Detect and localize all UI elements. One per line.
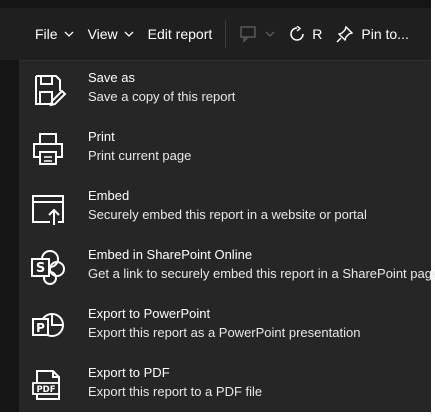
refresh-icon: [290, 26, 304, 41]
chevron-down-icon: [64, 31, 74, 37]
menu-item-embed[interactable]: Embed Securely embed this report in a we…: [19, 181, 431, 239]
pin-button[interactable]: Pin to...: [329, 8, 415, 60]
comment-icon: [240, 26, 256, 43]
edit-report-label: Edit report: [147, 26, 213, 42]
powerpoint-icon: P: [29, 307, 67, 345]
pin-label: Pin to...: [361, 26, 409, 42]
file-menu-label: File: [35, 26, 58, 42]
menu-item-description: Get a link to securely embed this report…: [88, 266, 435, 281]
refresh-button[interactable]: R: [282, 8, 329, 60]
menu-item-save-as[interactable]: Save as Save a copy of this report: [19, 63, 431, 121]
printer-icon: [29, 130, 67, 168]
menu-item-title: Embed: [88, 188, 130, 203]
comment-button[interactable]: [232, 8, 282, 60]
view-menu-button[interactable]: View: [81, 8, 141, 60]
pdf-icon: PDF: [29, 366, 67, 404]
file-menu-button[interactable]: File: [0, 8, 81, 60]
menu-item-title: Export to PowerPoint: [88, 306, 211, 321]
menu-item-description: Print current page: [88, 148, 192, 163]
refresh-label: R: [312, 26, 323, 42]
page-edge: [431, 0, 435, 418]
menu-item-title: Print: [88, 129, 115, 144]
menu-item-title: Export to PDF: [88, 365, 170, 380]
embed-icon: [29, 189, 67, 227]
menu-item-title: Embed in SharePoint Online: [88, 247, 253, 262]
menu-item-embed-sharepoint[interactable]: S Embed in SharePoint Online Get a link …: [19, 240, 435, 298]
save-as-icon: [29, 71, 67, 109]
toolbar-divider: [225, 20, 227, 48]
edit-report-button[interactable]: Edit report: [141, 8, 220, 60]
chevron-down-icon: [265, 31, 275, 37]
svg-text:P: P: [36, 321, 45, 335]
svg-text:S: S: [36, 261, 45, 276]
menu-item-description: Export this report as a PowerPoint prese…: [88, 325, 361, 340]
file-dropdown-menu: Save as Save a copy of this report Print…: [19, 60, 435, 416]
svg-text:PDF: PDF: [36, 385, 55, 395]
toolbar: File View Edit report R Pin to...: [0, 8, 431, 60]
view-menu-label: View: [87, 26, 118, 42]
menu-item-print[interactable]: Print Print current page: [19, 122, 431, 180]
menu-item-export-pdf[interactable]: PDF Export to PDF Export this report to …: [19, 358, 431, 416]
menu-item-description: Export this report to a PDF file: [88, 384, 263, 399]
menu-item-title: Save as: [88, 70, 135, 85]
menu-item-export-powerpoint[interactable]: P Export to PowerPoint Export this repor…: [19, 299, 431, 357]
menu-item-description: Save a copy of this report: [88, 89, 236, 104]
sharepoint-icon: S: [29, 248, 67, 286]
menu-item-description: Securely embed this report in a website …: [88, 207, 367, 222]
pin-icon: [336, 25, 354, 43]
page-edge-bottom: [0, 412, 435, 418]
chevron-down-icon: [124, 31, 134, 37]
